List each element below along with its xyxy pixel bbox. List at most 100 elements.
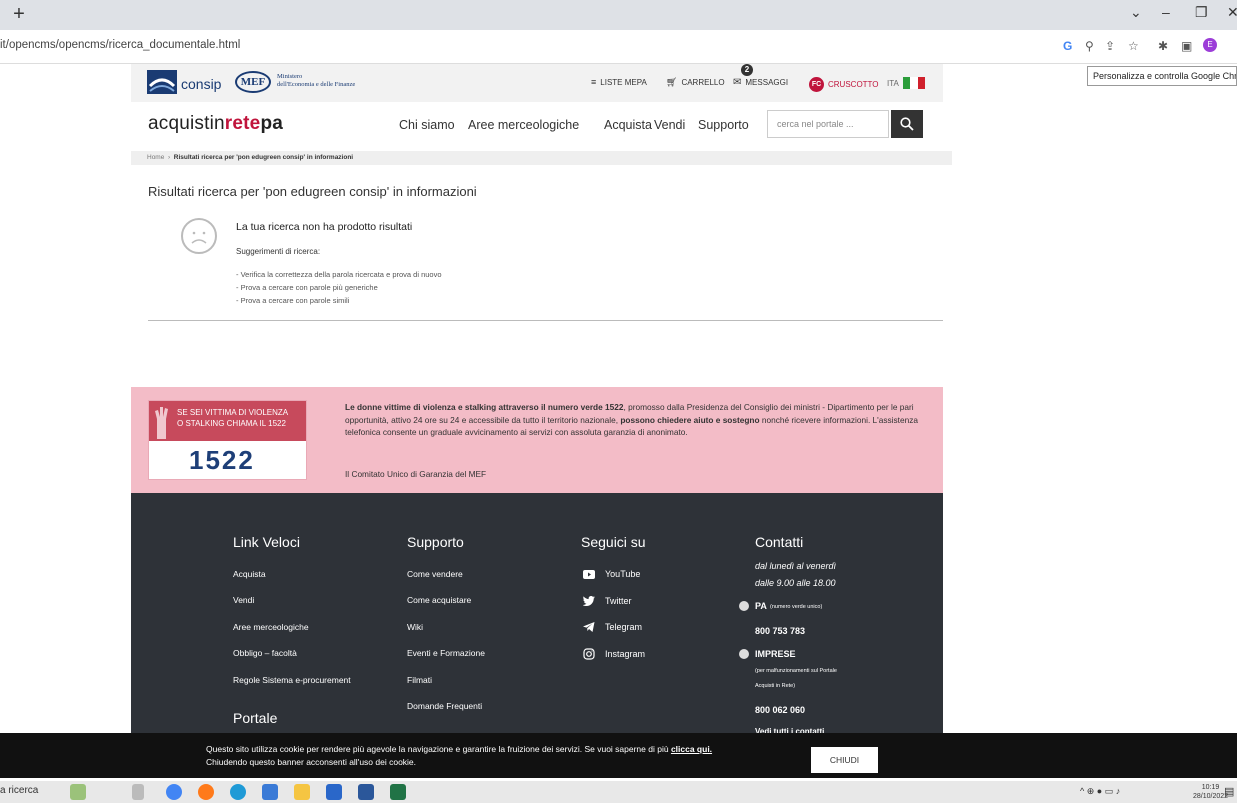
footer-link-vendi[interactable]: Vendi <box>233 595 254 605</box>
contatti-pa-note: (numero verde unico) <box>770 604 823 610</box>
bookmark-star-icon[interactable]: ☆ <box>1128 39 1139 53</box>
cookie-info-link[interactable]: clicca qui. <box>671 744 712 754</box>
footer-link-come-acquistare[interactable]: Come acquistare <box>407 595 471 605</box>
share-icon[interactable]: ⇪ <box>1105 39 1115 53</box>
search-highlight-icon[interactable] <box>70 784 86 800</box>
contatti-imprese-number[interactable]: 800 062 060 <box>755 705 805 715</box>
footer-link-wiki[interactable]: Wiki <box>407 622 423 632</box>
address-bar[interactable]: it/opencms/opencms/ricerca_documentale.h… <box>0 30 1237 64</box>
breadcrumb-home[interactable]: Home <box>147 154 164 161</box>
footer-instagram-link[interactable]: Instagram <box>583 648 645 660</box>
nav-acquista[interactable]: Acquista <box>604 118 652 132</box>
tray-icons[interactable]: ^ ⊕ ● ▭ ♪ <box>1080 786 1120 797</box>
file-explorer-icon[interactable] <box>294 784 310 800</box>
search-icon <box>900 117 914 131</box>
search-input[interactable]: cerca nel portale ... <box>767 110 889 138</box>
nav-vendi[interactable]: Vendi <box>654 118 685 132</box>
profile-avatar[interactable]: E <box>1203 38 1217 52</box>
cookie-close-button[interactable]: CHIUDI <box>811 747 878 773</box>
tab-search-icon[interactable]: ⌄ <box>1130 4 1142 21</box>
footer-link-acquista[interactable]: Acquista <box>233 569 266 579</box>
breadcrumb-separator: › <box>167 154 171 161</box>
liste-mepa-label: LISTE MEPA <box>600 77 647 87</box>
footer-link-filmati[interactable]: Filmati <box>407 675 432 685</box>
brand-part-3: pa <box>260 113 284 134</box>
zoom-icon[interactable]: ⚲ <box>1085 39 1094 53</box>
cruscotto-link[interactable]: FC CRUSCOTTO <box>809 77 879 92</box>
cookie-text-2: Chiudendo questo banner acconsenti all'u… <box>206 757 417 767</box>
sad-face-icon <box>181 218 217 254</box>
language-selector[interactable]: ITA <box>887 77 925 89</box>
chrome-icon[interactable] <box>166 784 182 800</box>
footer-link-obbligo[interactable]: Obbligo – facoltà <box>233 648 297 658</box>
word-icon[interactable] <box>358 784 374 800</box>
windows-taskbar: a ricerca ^ ⊕ ● ▭ ♪ 10:19 28/10/2022 ▤ <box>0 781 1237 803</box>
footer-link-aree[interactable]: Aree merceologiche <box>233 622 309 632</box>
consip-logo-text[interactable]: consip <box>181 76 221 92</box>
new-tab-button[interactable]: + <box>8 2 30 26</box>
footer-seguici-title: Seguici su <box>581 534 646 550</box>
banner-bold-1: Le donne vittime di violenza e stalking … <box>345 402 624 412</box>
search-button[interactable] <box>891 110 923 138</box>
nav-aree-merceologiche[interactable]: Aree merceologiche <box>468 118 579 132</box>
acquistinretepa-logo[interactable]: acquistinretepa <box>148 113 283 135</box>
ie-icon[interactable] <box>262 784 278 800</box>
contatti-pa-number[interactable]: 800 753 783 <box>755 626 805 636</box>
task-view-icon[interactable] <box>132 784 144 800</box>
suggestion-item: - Verifica la correttezza della parola r… <box>236 270 442 279</box>
breadcrumb-current: Risultati ricerca per 'pon edugreen cons… <box>173 154 354 161</box>
banner-bold-2: possono chiedere aiuto e sostegno <box>620 414 760 425</box>
notifications-icon[interactable]: ▤ <box>1224 785 1234 798</box>
youtube-icon <box>583 569 595 579</box>
messaggi-link[interactable]: ✉ MESSAGGI <box>733 77 788 88</box>
browser-tab-bar: + ⌄ – ❐ ✕ <box>0 0 1237 30</box>
footer-link-come-vendere[interactable]: Come vendere <box>407 569 463 579</box>
clock-date: 28/10/2022 <box>1193 793 1229 800</box>
helpline-1522-image[interactable]: SE SEI VITTIMA DI VIOLENZA O STALKING CH… <box>148 400 307 480</box>
taskbar-clock[interactable]: 10:19 28/10/2022 <box>1193 783 1228 801</box>
breadcrumb: Home › Risultati ricerca per 'pon edugre… <box>131 151 952 165</box>
taskbar-search[interactable]: a ricerca <box>0 785 38 796</box>
footer-link-faq[interactable]: Domande Frequenti <box>407 701 482 711</box>
firefox-icon[interactable] <box>198 784 214 800</box>
cookie-banner: Questo sito utilizza cookie per rendere … <box>0 733 1237 778</box>
footer-link-regole[interactable]: Regole Sistema e-procurement <box>233 675 351 685</box>
mef-logo[interactable]: MEF <box>235 71 271 93</box>
no-results-message: La tua ricerca non ha prodotto risultati <box>236 221 413 233</box>
footer-portale-title: Portale <box>233 710 278 726</box>
minimize-icon[interactable]: – <box>1162 4 1170 20</box>
footer-link-veloci-title: Link Veloci <box>233 534 300 550</box>
suggestion-item: - Prova a cercare con parole simili <box>236 296 350 305</box>
footer-contatti-title: Contatti <box>755 534 804 550</box>
restore-icon[interactable]: ❐ <box>1195 4 1208 21</box>
footer-supporto-title: Supporto <box>407 534 464 550</box>
messages-count-badge: 2 <box>741 64 753 76</box>
raised-hand-icon <box>153 405 171 439</box>
google-icon[interactable]: G <box>1063 39 1072 53</box>
site-footer: Link Veloci Acquista Vendi Aree merceolo… <box>131 493 943 736</box>
carrello-link[interactable]: 🛒︎ CARRELLO <box>666 77 725 88</box>
phone-icon <box>739 649 749 659</box>
mef-line-2: dell'Economia e delle Finanze <box>277 81 356 88</box>
phone-icon <box>739 601 749 611</box>
footer-telegram-link[interactable]: Telegram <box>583 622 642 632</box>
clock-time: 10:19 <box>1201 784 1220 791</box>
contatti-imprese-note-2: Acquisti in Rete) <box>755 683 796 689</box>
url-text[interactable]: it/opencms/opencms/ricerca_documentale.h… <box>0 39 240 51</box>
close-icon[interactable]: ✕ <box>1227 4 1237 21</box>
suggestion-item: - Prova a cercare con parole più generic… <box>236 283 378 292</box>
footer-youtube-link[interactable]: YouTube <box>583 569 640 579</box>
helpline-number: 1522 <box>189 445 255 475</box>
edge-icon[interactable] <box>230 784 246 800</box>
extensions-icon[interactable]: ✱ <box>1158 39 1168 53</box>
excel-icon[interactable] <box>390 784 406 800</box>
violence-helpline-banner: SE SEI VITTIMA DI VIOLENZA O STALKING CH… <box>131 387 943 493</box>
sidepanel-icon[interactable]: ▣ <box>1181 39 1192 53</box>
liste-mepa-link[interactable]: ≡ LISTE MEPA <box>591 77 647 87</box>
app-icon[interactable] <box>326 784 342 800</box>
footer-link-eventi[interactable]: Eventi e Formazione <box>407 648 485 658</box>
consip-logo-icon[interactable] <box>147 70 177 94</box>
footer-twitter-link[interactable]: Twitter <box>583 596 632 606</box>
nav-chi-siamo[interactable]: Chi siamo <box>399 118 455 132</box>
nav-supporto[interactable]: Supporto <box>698 118 749 132</box>
